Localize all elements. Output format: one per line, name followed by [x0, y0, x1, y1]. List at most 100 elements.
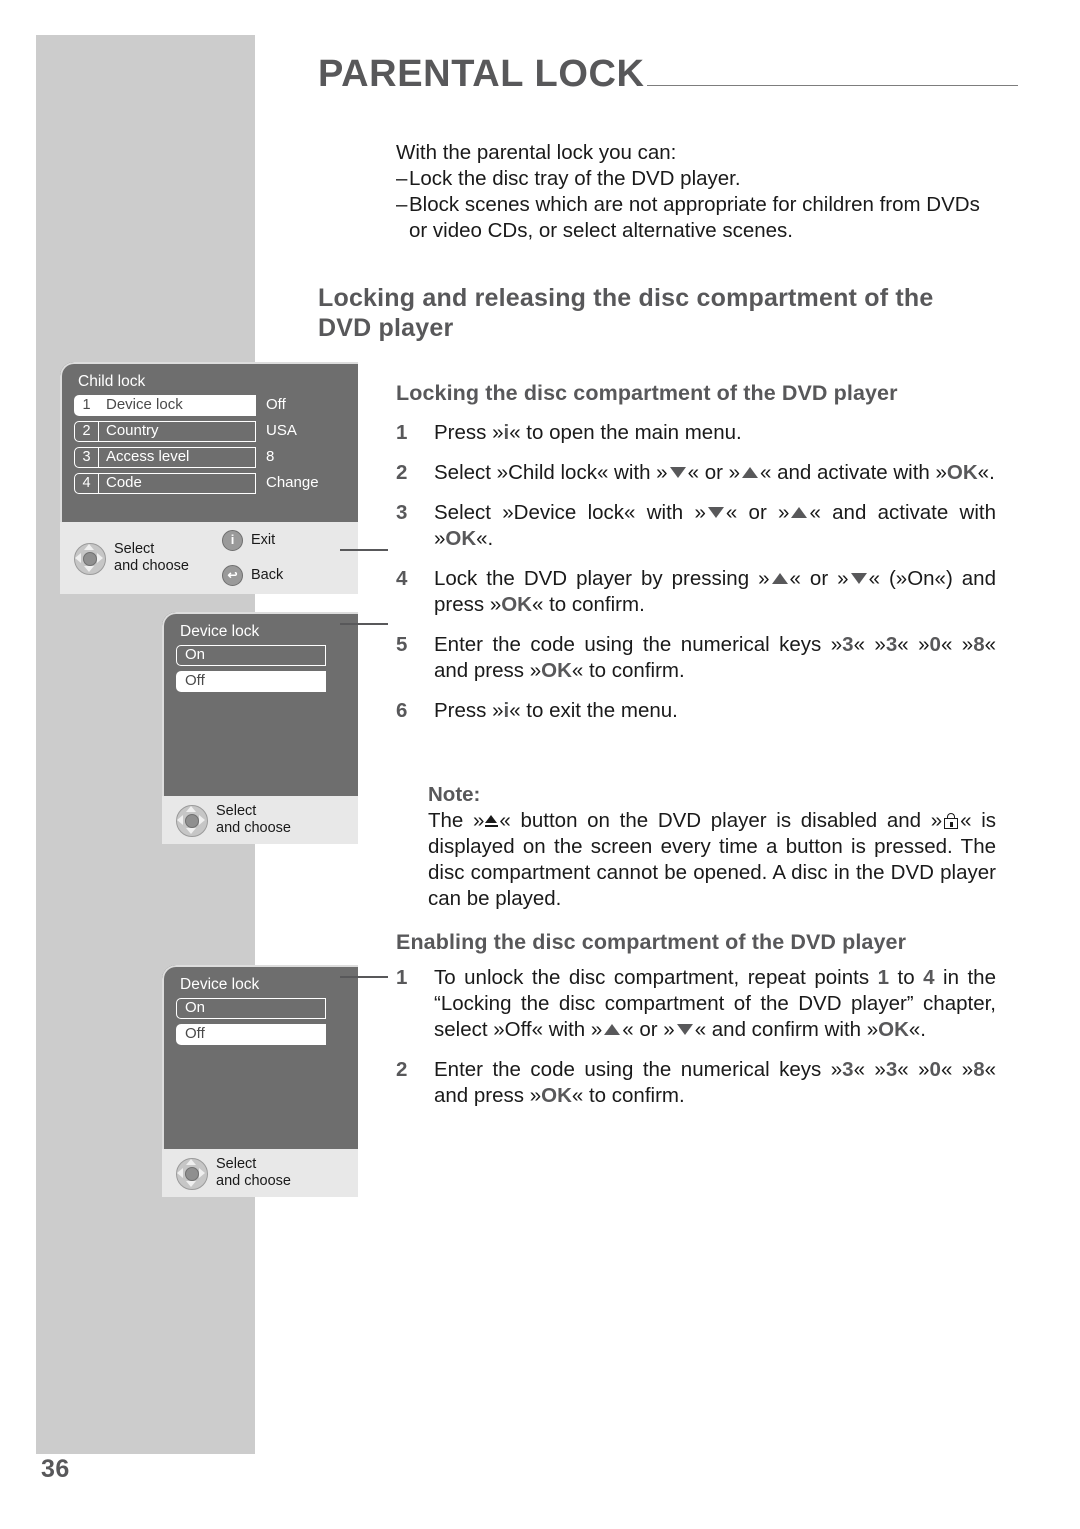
ok-key: OK: [878, 1018, 909, 1041]
footer-exit-label: Exit: [251, 532, 276, 548]
info-icon: i: [222, 530, 243, 551]
step-4-number: 4: [396, 567, 408, 590]
step-3-b: « or »: [725, 501, 790, 524]
footer-exit-group[interactable]: i Exit: [222, 530, 283, 551]
note-block: Note: The » « button on the DVD player is…: [428, 782, 996, 912]
step-2-text: Select »Child lock« with » « or » « and ac…: [434, 460, 996, 486]
footer-select-line1: Select: [216, 1156, 257, 1172]
footer-select-line2: and choose: [216, 1173, 291, 1189]
section-heading: Locking and releasing the disc compartme…: [318, 284, 934, 342]
step-2: 2 Select »Child lock« with » « or » « and …: [396, 460, 996, 486]
page-header: PARENTAL LOCK: [318, 55, 1018, 93]
osd-row-value: USA: [266, 422, 297, 439]
step-3-number: 3: [396, 501, 408, 524]
step-5-f: « to confirm.: [571, 659, 685, 682]
connector-line-step-4: [340, 623, 388, 625]
osd-option-on[interactable]: On: [176, 998, 326, 1019]
numkey-3: 3: [885, 1058, 898, 1081]
footer-select-group: Select and choose: [174, 803, 291, 837]
step-3-text: Select »Device lock« with » « or » « and a…: [434, 500, 996, 552]
footer-actions: i Exit ↩ Back: [222, 530, 283, 586]
step-6-a: Press »: [434, 699, 504, 722]
footer-back-group[interactable]: ↩ Back: [222, 565, 283, 586]
osd-row-code[interactable]: 4 Code Change: [74, 473, 358, 494]
arrow-down-icon: [676, 1024, 693, 1035]
enabling-step-2-c: « »: [897, 1058, 930, 1081]
osd-option-off[interactable]: Off: [176, 1024, 326, 1045]
enabling-step-2: 2 Enter the code using the numerical key…: [396, 1057, 996, 1109]
enabling-step-1-b: to: [888, 966, 924, 989]
enabling-step-2-d: « »: [940, 1058, 974, 1081]
step-2-number: 2: [396, 461, 408, 484]
footer-select-line2: and choose: [216, 820, 291, 836]
osd-row-label: Country: [99, 421, 256, 442]
footer-select-group: Select and choose: [72, 541, 222, 575]
step-6: 6 Press »i« to exit the menu.: [396, 698, 996, 724]
numkey-0: 0: [929, 1058, 941, 1081]
osd-row-country[interactable]: 2 Country USA: [74, 421, 358, 442]
osd-device-lock-footer-1: Select and choose: [162, 796, 358, 844]
dash-glyph: –: [396, 193, 408, 216]
enabling-steps: 1 To unlock the disc compartment, repeat…: [396, 965, 996, 1123]
numkey-3: 3: [842, 633, 854, 656]
lock-icon: [944, 813, 959, 829]
osd-row-access-level[interactable]: 3 Access level 8: [74, 447, 358, 468]
osd-row-label: Access level: [99, 447, 256, 468]
arrow-down-icon: [850, 573, 867, 584]
enabling-step-2-text: Enter the code using the numerical keys …: [434, 1057, 996, 1109]
enabling-step-1: 1 To unlock the disc compartment, repeat…: [396, 965, 996, 1043]
step-5-c: « »: [897, 633, 930, 656]
locking-steps: 1 Press »i« to open the main menu. 2 Sel…: [396, 420, 996, 738]
step-6-number: 6: [396, 699, 408, 722]
footer-select-text: Select and choose: [216, 1156, 291, 1190]
osd-child-lock-rows: 1 Device lock Off 2 Country USA 3 Access…: [60, 395, 358, 494]
osd-device-lock-on-off-2: Device lock On Off Select and choose: [162, 965, 358, 1197]
step-2-c: « and activate with »: [760, 461, 947, 484]
osd-child-lock-footer: Select and choose i Exit ↩ Back: [60, 522, 358, 594]
footer-select-text: Select and choose: [216, 803, 291, 837]
numkey-8: 8: [973, 1058, 985, 1081]
enabling-step-1-number: 1: [396, 966, 408, 989]
osd-row-device-lock[interactable]: 1 Device lock Off: [74, 395, 358, 416]
osd-row-index: 4: [74, 473, 99, 494]
footer-back-label: Back: [251, 567, 284, 583]
step-2-d: «.: [977, 461, 995, 484]
dpad-icon: [174, 803, 208, 837]
numkey-8: 8: [973, 633, 985, 656]
enabling-step-2-f: « to confirm.: [571, 1084, 685, 1107]
osd-row-index: 1: [74, 395, 99, 416]
note-label: Note:: [428, 783, 481, 806]
note-a: The »: [428, 809, 485, 832]
dash-glyph: –: [396, 167, 408, 190]
step-4: 4 Lock the DVD player by pressing » « or …: [396, 566, 996, 618]
ok-key: OK: [445, 527, 477, 550]
step-5-a: Enter the code using the numerical keys …: [434, 633, 843, 656]
intro-lead: With the parental lock you can:: [396, 141, 677, 164]
eject-icon: [485, 814, 499, 828]
numkey-3: 3: [842, 1058, 854, 1081]
osd-device-lock-on-off-1: Device lock On Off Select and choose: [162, 612, 358, 844]
osd-child-lock: Child lock 1 Device lock Off 2 Country U…: [60, 362, 358, 594]
enabling-subheading: Enabling the disc compartment of the DVD…: [396, 930, 907, 954]
ref-point-1: 1: [877, 966, 889, 989]
osd-option-off[interactable]: Off: [176, 671, 326, 692]
osd-row-value: Off: [266, 396, 286, 413]
step-4-text: Lock the DVD player by pressing » « or » «…: [434, 566, 996, 618]
osd-option-on[interactable]: On: [176, 645, 326, 666]
osd-device-lock-title: Device lock: [180, 976, 260, 993]
intro-bullet-2: – Block scenes which are not appropriate…: [396, 192, 996, 244]
arrow-down-icon: [707, 507, 724, 518]
back-arrow-icon: ↩: [222, 565, 243, 586]
enabling-step-2-a: Enter the code using the numerical keys …: [434, 1058, 843, 1081]
osd-device-lock-options: On Off: [162, 998, 358, 1045]
dpad-icon: [72, 541, 106, 575]
intro-bullet-1: – Lock the disc tray of the DVD player.: [396, 166, 996, 192]
osd-row-index: 3: [74, 447, 99, 468]
osd-row-value: Change: [266, 474, 319, 491]
footer-select-line1: Select: [216, 803, 257, 819]
ref-point-4: 4: [923, 966, 935, 989]
step-2-a: Select »Child lock« with »: [434, 461, 668, 484]
numkey-0: 0: [929, 633, 941, 656]
step-3-a: Select »Device lock« with »: [434, 501, 706, 524]
intro-bullet-1-text: Lock the disc tray of the DVD player.: [409, 167, 741, 190]
